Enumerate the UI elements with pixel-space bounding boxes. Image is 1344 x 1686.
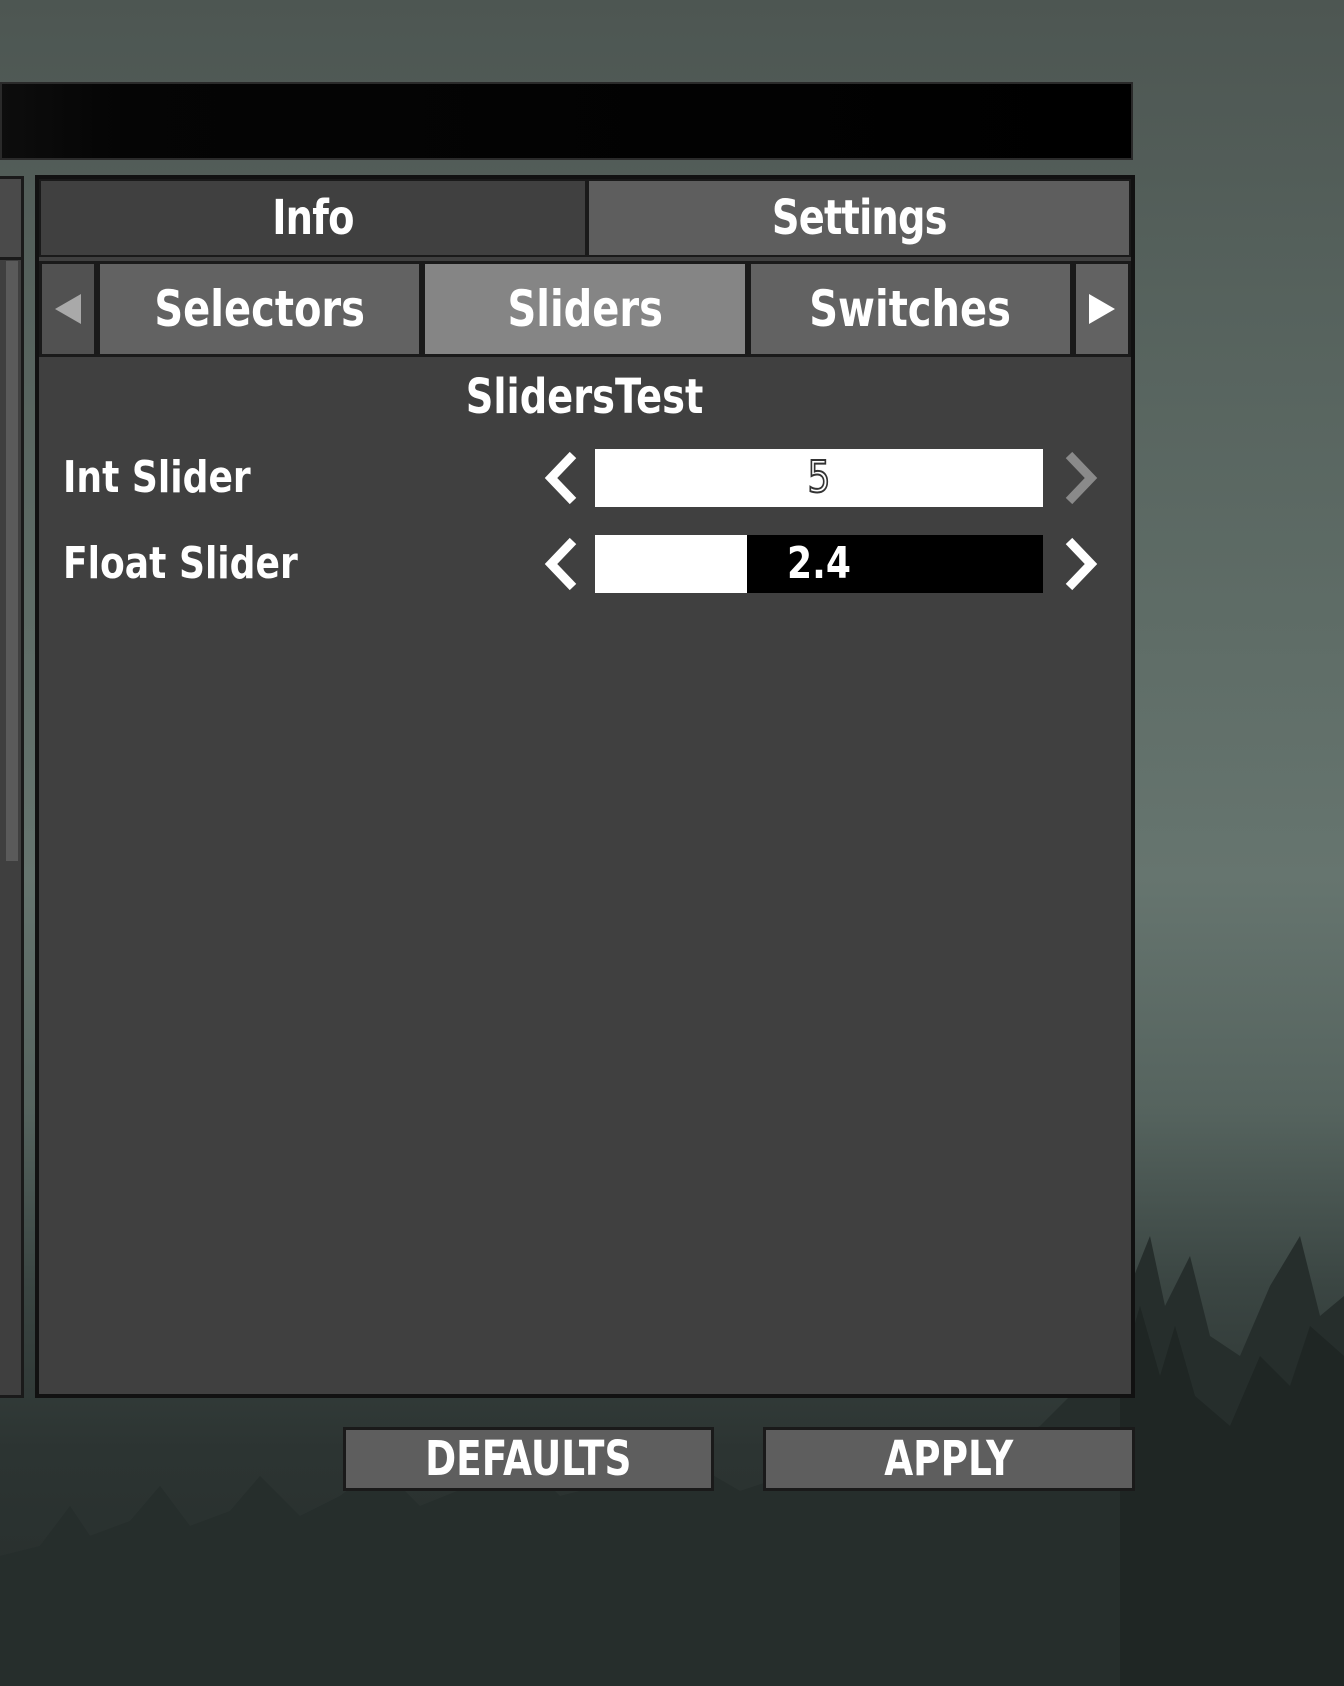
defaults-button[interactable]: DEFAULTS	[343, 1427, 714, 1491]
float-slider-row: Float Slider 2.4	[39, 533, 1131, 595]
float-slider-decrease-button[interactable]	[539, 533, 583, 595]
int-slider-value: 5	[595, 449, 1043, 507]
chevron-left-icon	[544, 537, 577, 591]
left-side-panel	[0, 176, 24, 1398]
sub-tab-sliders[interactable]: Sliders	[422, 261, 748, 357]
main-tab-bar: Info Settings	[39, 179, 1131, 261]
sub-tab-switches[interactable]: Switches	[747, 261, 1074, 357]
int-slider-track[interactable]: 5	[595, 449, 1043, 507]
int-slider-value-text: 5	[807, 451, 832, 504]
apply-button-label: APPLY	[884, 1431, 1014, 1487]
chevron-left-icon	[544, 451, 577, 505]
chevron-right-icon	[1065, 537, 1098, 591]
triangle-right-icon	[1089, 294, 1116, 324]
chevron-right-icon	[1065, 451, 1098, 505]
tab-settings[interactable]: Settings	[587, 179, 1131, 257]
sub-tab-prev-button[interactable]	[39, 261, 97, 357]
float-slider-value: 2.4	[595, 535, 1043, 593]
int-slider-decrease-button[interactable]	[539, 447, 583, 509]
left-panel-header	[0, 179, 21, 260]
apply-button[interactable]: APPLY	[763, 1427, 1135, 1491]
section-title-text: SlidersTest	[466, 369, 704, 425]
float-slider-value-text: 2.4	[787, 538, 851, 589]
triangle-left-icon	[54, 294, 81, 324]
sub-tab-next-button[interactable]	[1073, 261, 1132, 357]
sub-tab-sliders-label: Sliders	[507, 280, 663, 338]
sub-tab-selectors-label: Selectors	[154, 280, 365, 338]
left-panel-scrollbar[interactable]	[6, 261, 18, 861]
tab-info-label: Info	[272, 190, 354, 246]
defaults-button-label: DEFAULTS	[425, 1431, 632, 1487]
settings-panel: Info Settings Selectors Sliders Switches…	[35, 175, 1135, 1398]
tab-settings-label: Settings	[771, 190, 948, 246]
float-slider-track[interactable]: 2.4	[595, 535, 1043, 593]
tab-info[interactable]: Info	[39, 179, 587, 257]
title-bar	[0, 82, 1133, 160]
float-slider-increase-button[interactable]	[1059, 533, 1103, 595]
float-slider-label: Float Slider	[63, 538, 298, 589]
sub-tab-bar: Selectors Sliders Switches	[39, 261, 1132, 359]
int-slider-row: Int Slider 5	[39, 447, 1131, 509]
sub-tab-selectors[interactable]: Selectors	[96, 261, 423, 357]
int-slider-label: Int Slider	[63, 452, 251, 503]
int-slider-increase-button[interactable]	[1059, 447, 1103, 509]
sub-tab-switches-label: Switches	[809, 280, 1012, 338]
section-title: SlidersTest	[39, 369, 1131, 425]
